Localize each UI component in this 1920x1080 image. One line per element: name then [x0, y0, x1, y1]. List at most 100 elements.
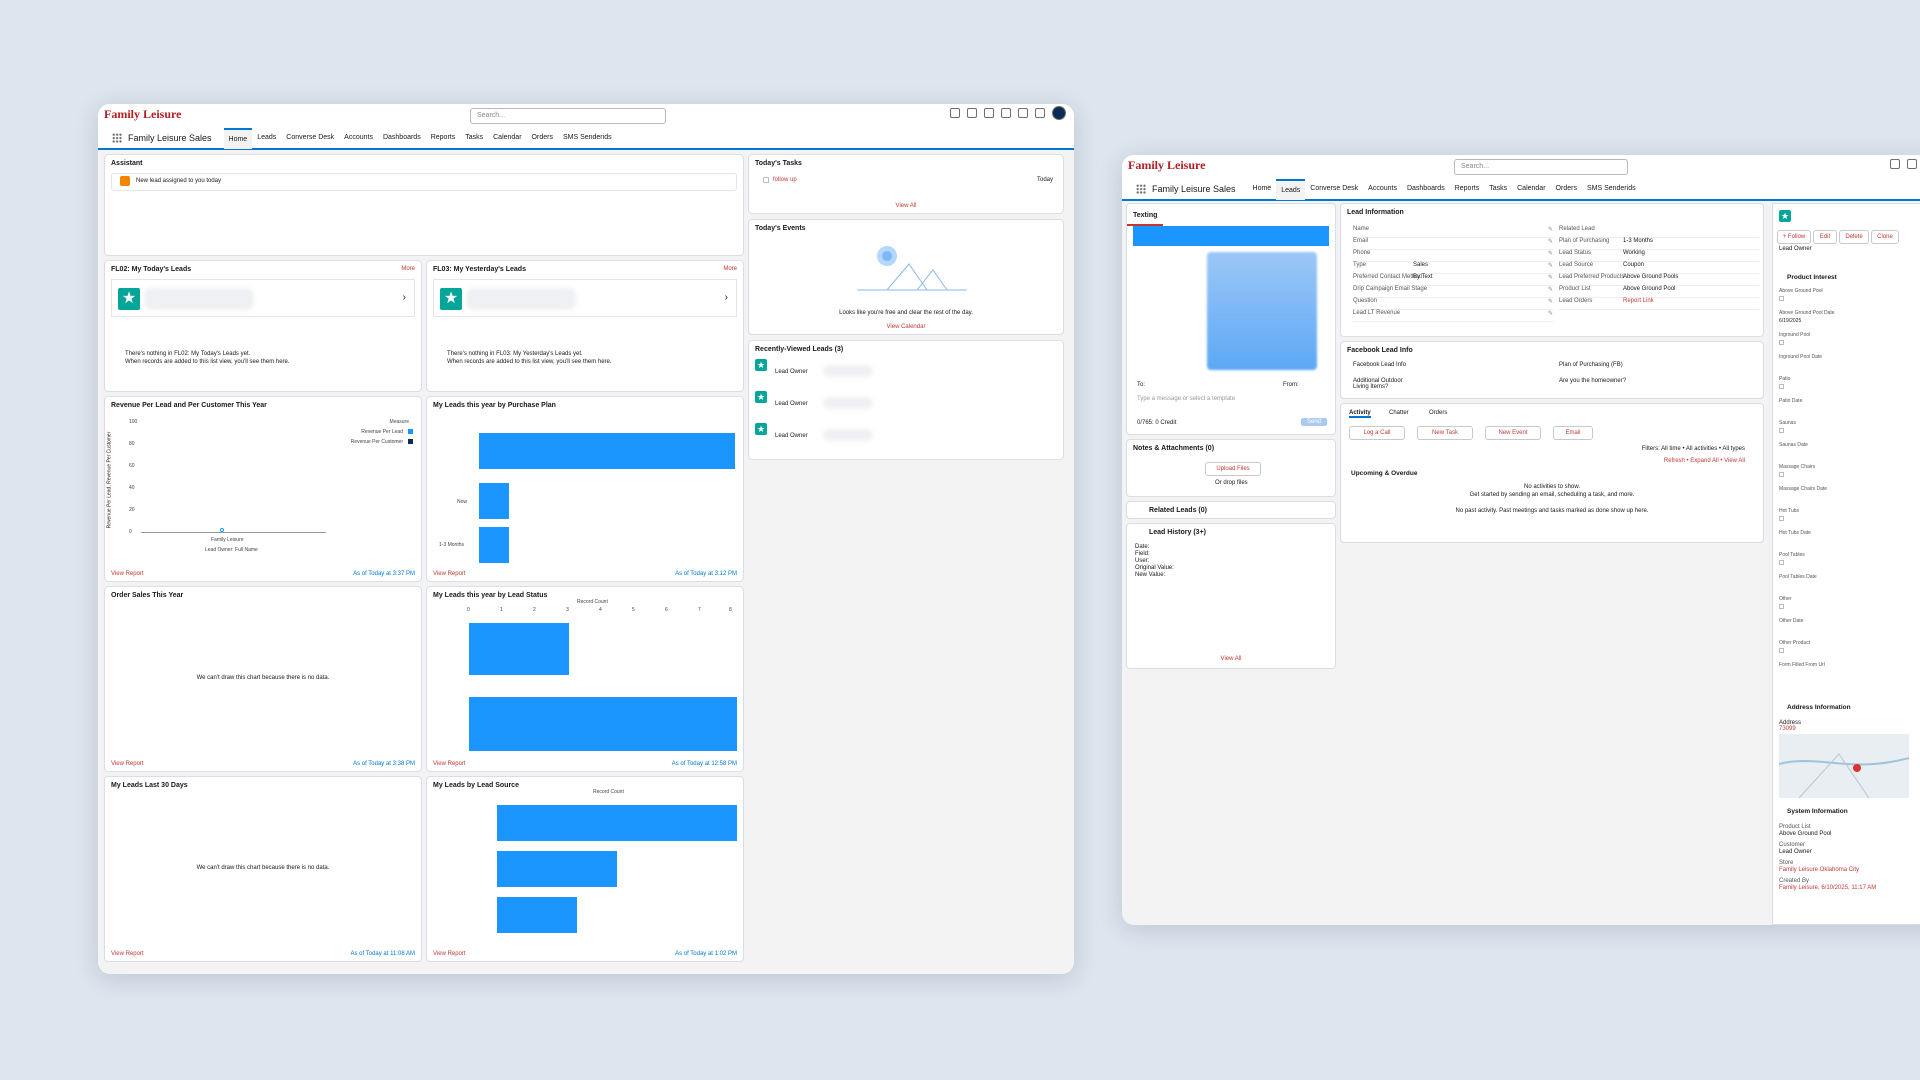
message-input[interactable]: Type a message or select a template [1137, 396, 1235, 402]
tab-home[interactable]: Home [1248, 178, 1277, 200]
task-link[interactable]: follow up [773, 177, 797, 183]
tab-sms-senderids[interactable]: SMS Senderids [558, 127, 617, 149]
legend-swatch [408, 439, 413, 444]
tab-calendar[interactable]: Calendar [488, 127, 526, 149]
assistant-item[interactable]: New lead assigned to you today [111, 173, 737, 191]
bell-icon[interactable] [1035, 108, 1045, 118]
upload-files-button[interactable]: Upload Files [1205, 462, 1261, 476]
add-icon[interactable] [1907, 159, 1917, 169]
address-header[interactable]: Address Information [1787, 704, 1851, 711]
tab-tasks[interactable]: Tasks [460, 127, 488, 149]
revenue-chart-card: Revenue Per Lead and Per Customer This Y… [104, 396, 422, 582]
address-map[interactable] [1779, 734, 1909, 798]
edit-button[interactable]: Edit [1813, 230, 1837, 244]
tab-orders[interactable]: Orders [1429, 410, 1447, 416]
lead-owner-label: Lead Owner [1779, 246, 1812, 252]
tab-calendar[interactable]: Calendar [1512, 178, 1550, 200]
bar [479, 527, 509, 563]
more-link[interactable]: More [401, 266, 415, 272]
x-axis-label: Lead Owner: Full Name [205, 547, 258, 553]
app-launcher-icon[interactable] [112, 133, 122, 143]
task-checkbox[interactable] [763, 177, 769, 183]
edit-icon[interactable]: ✎ [1548, 310, 1553, 317]
edit-icon[interactable]: ✎ [1548, 262, 1553, 269]
favorites-icon[interactable] [950, 108, 960, 118]
texting-tab[interactable]: Texting [1127, 207, 1164, 226]
order-sales-card: Order Sales This Year We can't draw this… [104, 586, 422, 772]
view-report-link[interactable]: View Report [111, 761, 144, 767]
view-report-link[interactable]: View Report [433, 571, 466, 577]
edit-icon[interactable]: ✎ [1548, 298, 1553, 305]
field-value[interactable]: Family Leisure Oklahoma City [1779, 867, 1920, 874]
tab-accounts[interactable]: Accounts [1363, 178, 1402, 200]
tab-orders[interactable]: Orders [527, 127, 558, 149]
tab-reports[interactable]: Reports [426, 127, 461, 149]
view-report-link[interactable]: View Report [111, 571, 144, 577]
x-tick: 2 [533, 607, 536, 613]
tab-reports[interactable]: Reports [1450, 178, 1485, 200]
new-task-button[interactable]: New Task [1417, 426, 1473, 440]
tab-converse-desk[interactable]: Converse Desk [281, 127, 339, 149]
clone-button[interactable]: Clone [1871, 230, 1899, 244]
avatar[interactable] [1052, 106, 1066, 120]
related-leads-card: Related Leads (0) [1126, 501, 1336, 519]
activity-filters[interactable]: Filters: All time • All activities • All… [1642, 446, 1745, 452]
product-interest-header[interactable]: Product Interest [1787, 274, 1837, 281]
system-info-header[interactable]: System Information [1787, 808, 1848, 815]
favorites-icon[interactable] [1890, 159, 1900, 169]
field-row: Lead Source Coupon [1559, 262, 1759, 274]
tab-leads[interactable]: Leads [252, 127, 281, 149]
view-all-link[interactable]: View All [749, 203, 1063, 209]
tab-home[interactable]: Home [223, 127, 253, 149]
edit-icon[interactable]: ✎ [1548, 286, 1553, 293]
help-icon[interactable] [1001, 108, 1011, 118]
new-event-button[interactable]: New Event [1485, 426, 1541, 440]
texting-card: Texting To: From: Type a message or sele… [1126, 203, 1336, 435]
edit-icon[interactable]: ✎ [1548, 238, 1553, 245]
more-link[interactable]: More [723, 266, 737, 272]
history-field: Date: [1135, 544, 1150, 550]
follow-button[interactable]: + Follow [1777, 230, 1811, 244]
search-input[interactable]: Search... [470, 108, 666, 124]
history-field: New Value: [1135, 572, 1166, 578]
view-all-link[interactable]: View All [1127, 656, 1335, 662]
tab-dashboards[interactable]: Dashboards [1402, 178, 1450, 200]
gear-icon[interactable] [1018, 108, 1028, 118]
field-value[interactable]: Family Leisure, 6/10/2025, 11:17 AM [1779, 885, 1920, 892]
log-call-button[interactable]: Log a Call [1349, 426, 1405, 440]
edit-icon[interactable]: ✎ [1548, 250, 1553, 257]
add-icon[interactable] [967, 108, 977, 118]
tab-activity[interactable]: Activity [1349, 410, 1371, 418]
field-label: Plan of Purchasing [1559, 238, 1610, 244]
tab-orders[interactable]: Orders [1551, 178, 1582, 200]
tab-chatter[interactable]: Chatter [1389, 410, 1409, 416]
view-report-link[interactable]: View Report [433, 951, 466, 957]
view-report-link[interactable]: View Report [433, 761, 466, 767]
tab-tasks[interactable]: Tasks [1484, 178, 1512, 200]
tab-accounts[interactable]: Accounts [339, 127, 378, 149]
field-row: Patio [1779, 376, 1920, 398]
field-label: Related Lead [1559, 226, 1595, 232]
tab-leads[interactable]: Leads [1276, 178, 1306, 200]
upcoming-header[interactable]: Upcoming & Overdue [1351, 470, 1417, 477]
activity-links[interactable]: Refresh • Expand All • View All [1664, 458, 1745, 464]
view-calendar-link[interactable]: View Calendar [749, 324, 1063, 330]
search-input[interactable]: Search... [1454, 159, 1628, 175]
trailhead-icon[interactable] [984, 108, 994, 118]
delete-button[interactable]: Delete [1839, 230, 1869, 244]
list-item[interactable]: ★ › [433, 279, 737, 317]
edit-icon[interactable]: ✎ [1548, 226, 1553, 233]
send-button[interactable]: Send [1300, 418, 1327, 426]
field-label: Pool Tables [1779, 552, 1805, 558]
email-button[interactable]: Email [1553, 426, 1593, 440]
x-tick: 7 [698, 607, 701, 613]
tab-converse-desk[interactable]: Converse Desk [1305, 178, 1363, 200]
app-launcher-icon[interactable] [1136, 184, 1146, 194]
tab-sms-senderids[interactable]: SMS Senderids [1582, 178, 1641, 200]
view-report-link[interactable]: View Report [111, 951, 144, 957]
address-value[interactable]: 73099 [1779, 726, 1796, 732]
tab-dashboards[interactable]: Dashboards [378, 127, 426, 149]
checkbox [1779, 340, 1784, 345]
edit-icon[interactable]: ✎ [1548, 274, 1553, 281]
list-item[interactable]: ★ › [111, 279, 415, 317]
